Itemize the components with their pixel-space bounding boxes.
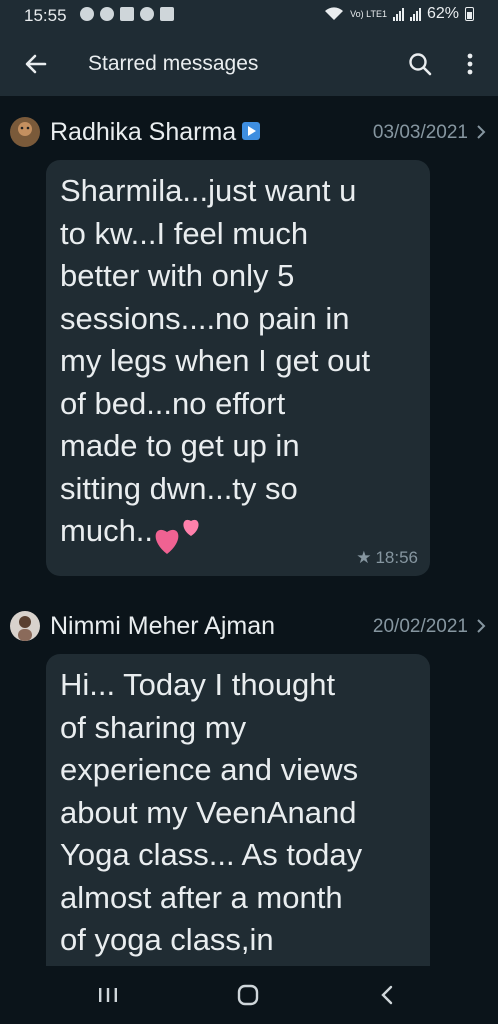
starred-messages-list[interactable]: Radhika Sharma 03/03/2021 Sharmila...jus… [0,96,498,966]
chrome-icon [80,7,94,21]
play-icon [242,122,261,141]
avatar[interactable] [10,611,40,641]
message-header[interactable]: Nimmi Meher Ajman 20/02/2021 [0,604,498,648]
signal-icon [392,7,404,21]
system-navigation-bar [0,966,498,1024]
message-date: 03/03/2021 [372,122,468,143]
accessibility-icon [140,7,154,21]
search-icon [409,53,432,76]
network-label: Vo) LTE1 [350,8,387,19]
system-indicators: Vo) LTE1 62% [324,5,474,23]
notification-icons [80,7,174,21]
page-title: Starred messages [88,52,259,75]
system-back-button[interactable] [368,980,408,1010]
back-button[interactable] [18,46,54,82]
message-time: 18:56 [375,548,418,567]
search-button[interactable] [402,46,438,82]
status-bar: 15:55 Vo) LTE1 62% [0,0,498,32]
star-icon: ★ [356,548,372,567]
more-vert-icon [467,53,473,75]
wifi-icon [325,7,344,21]
message-bubble[interactable]: Hi... Today I thought of sharing my expe… [46,654,430,966]
battery-percent: 62% [426,5,459,22]
message-meta: ★ 18:56 [356,548,418,568]
home-button[interactable] [228,980,268,1010]
recents-icon [99,988,117,1002]
message-text: Hi... Today I thought of sharing my expe… [60,667,363,957]
chevron-right-icon [477,125,486,139]
status-time: 15:55 [24,6,67,25]
message-text: Sharmila...just want u to kw...I feel mu… [60,170,416,556]
message-header[interactable]: Radhika Sharma 03/03/2021 [0,110,498,154]
sender-name: Radhika Sharma [50,118,261,147]
gallery-icon [160,7,174,21]
two-hearts-icon [155,519,199,554]
message-date: 20/02/2021 [372,616,468,637]
more-options-button[interactable] [452,46,488,82]
signal-icon [409,7,421,21]
arrow-left-icon [25,54,47,74]
home-icon [237,984,259,1006]
avatar[interactable] [10,117,40,147]
gmail-icon [120,7,134,21]
chevron-right-icon [477,619,486,633]
chrome-icon [100,7,114,21]
battery-icon [465,7,474,21]
recent-apps-button[interactable] [88,980,128,1010]
message-bubble[interactable]: Sharmila...just want u to kw...I feel mu… [46,160,430,576]
chevron-left-icon [381,985,393,1005]
sender-name: Nimmi Meher Ajman [50,612,276,640]
app-bar: Starred messages [0,32,498,96]
